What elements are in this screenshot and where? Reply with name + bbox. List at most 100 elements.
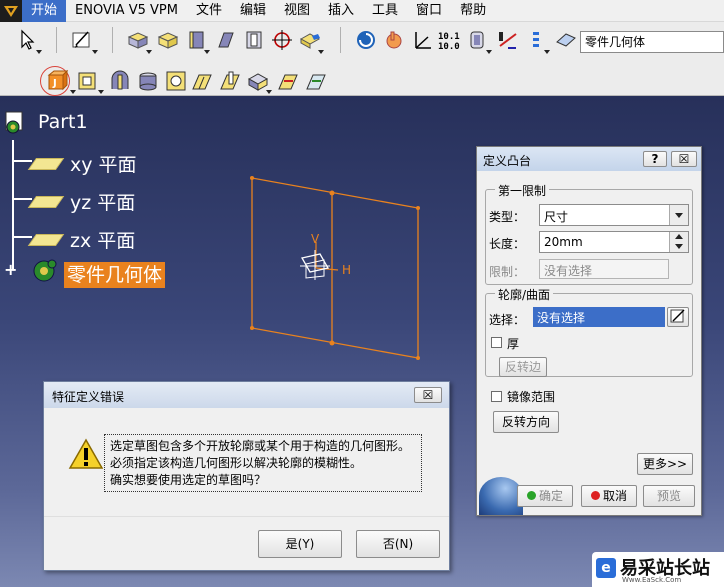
list-icon[interactable] <box>524 28 548 52</box>
slot-icon[interactable] <box>214 28 238 52</box>
rib-icon[interactable] <box>184 28 208 52</box>
type-select[interactable]: 尺寸 <box>539 204 689 226</box>
menu-file[interactable]: 文件 <box>187 0 231 22</box>
sketch-edit-button[interactable] <box>667 307 689 327</box>
cancel-button[interactable]: 取消 <box>581 485 637 507</box>
list-dropdown-icon[interactable] <box>544 50 550 54</box>
tree-item-label: yz 平面 <box>70 192 136 214</box>
menu-edit[interactable]: 编辑 <box>231 0 275 22</box>
body-gear-icon <box>28 258 60 284</box>
rib-feature-icon[interactable] <box>190 69 214 93</box>
length-value[interactable]: 20mm <box>544 235 583 249</box>
mirrored-extent-checkbox[interactable] <box>491 391 502 402</box>
slot-feature-icon[interactable] <box>218 69 242 93</box>
update-icon[interactable] <box>466 28 490 52</box>
stiffener-dropdown-icon[interactable] <box>266 90 272 94</box>
select-dropdown-icon[interactable] <box>36 50 42 54</box>
more-button[interactable]: 更多>> <box>637 453 693 475</box>
reverse-side-button[interactable]: 反转边 <box>499 357 547 377</box>
fit-all-icon[interactable] <box>354 28 378 52</box>
tree-item-xy-plane[interactable]: xy 平面 <box>27 150 137 177</box>
toolbar-separator <box>340 27 341 53</box>
watermark-subtext: Www.EaSck.Com <box>622 576 682 584</box>
error-dialog: 特征定义错误 ☒ 选定草图包含多个开放轮廓或某个用于构造的几何图形。 必须指定该… <box>43 381 450 571</box>
tree-connector <box>12 198 32 200</box>
cancel-label: 取消 <box>602 489 627 503</box>
hole-icon[interactable] <box>242 28 266 52</box>
groove-icon[interactable] <box>136 69 160 93</box>
close-button[interactable]: ☒ <box>671 151 697 167</box>
reverse-direction-button[interactable]: 反转方向 <box>493 411 559 433</box>
plane-icon <box>27 157 65 170</box>
combine-dropdown-icon[interactable] <box>318 50 324 54</box>
pocket-feature-icon[interactable] <box>76 69 100 93</box>
pan-hand-icon[interactable] <box>382 28 406 52</box>
shaft-dropdown-icon[interactable] <box>146 50 152 54</box>
profile-selection-field[interactable]: 没有选择 <box>533 307 665 327</box>
pocket-icon[interactable] <box>156 28 180 52</box>
axis-icon[interactable] <box>270 28 294 52</box>
menu-bar: 开始 ENOVIA V5 VPM 文件 编辑 视图 插入 工具 窗口 帮助 <box>0 0 724 22</box>
tree-root-part1[interactable]: Part1 <box>38 111 88 133</box>
tree-connector <box>12 160 32 162</box>
profile-legend: 轮廓/曲面 <box>495 286 554 303</box>
tree-item-yz-plane[interactable]: yz 平面 <box>27 188 136 215</box>
preview-button[interactable]: 预览 <box>643 485 695 507</box>
hole-feature-icon[interactable] <box>164 69 188 93</box>
update-dropdown-icon[interactable] <box>486 50 492 54</box>
cancel-icon <box>590 491 600 500</box>
mirrored-extent-label: 镜像范围 <box>507 390 556 404</box>
rib-dropdown-icon[interactable] <box>204 50 210 54</box>
expand-plus-icon[interactable]: + <box>4 262 18 278</box>
solid-combine-icon[interactable] <box>298 28 322 52</box>
plane-icon <box>27 195 65 208</box>
menu-view[interactable]: 视图 <box>275 0 319 22</box>
menu-start[interactable]: 开始 <box>22 0 67 22</box>
tree-item-zx-plane[interactable]: zx 平面 <box>27 226 135 253</box>
menu-enovia[interactable]: ENOVIA V5 VPM <box>66 0 187 22</box>
plane-icon <box>27 233 65 246</box>
tree-item-part-body[interactable]: 零件几何体 <box>64 262 166 288</box>
pad-icon[interactable]: J <box>46 69 70 93</box>
measure-numbers-icon[interactable]: 10.1 10.0 <box>436 28 460 52</box>
sketch-geometry[interactable]: V H <box>230 160 430 370</box>
menu-insert[interactable]: 插入 <box>319 0 363 22</box>
error-message: 选定草图包含多个开放轮廓或某个用于构造的几何图形。 必须指定该构造几何图形以解决… <box>104 434 422 492</box>
current-body-field[interactable]: 零件几何体 <box>580 31 724 53</box>
chevron-down-icon[interactable] <box>669 205 688 225</box>
constraint-icon[interactable] <box>496 28 520 52</box>
pocket-dropdown-icon[interactable] <box>98 90 104 94</box>
menu-window[interactable]: 窗口 <box>407 0 451 22</box>
thick-checkbox[interactable] <box>491 337 502 348</box>
toolbar-separator <box>112 27 113 53</box>
select-arrow-icon[interactable] <box>16 28 40 52</box>
error-message-line: 必须指定该构造几何图形以解决轮廓的模糊性。 <box>110 456 363 470</box>
sketcher-dropdown-icon[interactable] <box>92 50 98 54</box>
menu-help[interactable]: 帮助 <box>451 0 495 22</box>
menu-tools[interactable]: 工具 <box>363 0 407 22</box>
length-label: 长度： <box>489 237 526 251</box>
removed-multi-section-icon[interactable] <box>304 69 328 93</box>
body-icon[interactable] <box>554 28 578 52</box>
shaft-feature-icon[interactable] <box>108 69 132 93</box>
selection-label: 选择： <box>489 313 526 327</box>
svg-text:10.0: 10.0 <box>438 42 460 52</box>
svg-text:10.1: 10.1 <box>438 32 460 42</box>
multi-section-solid-icon[interactable] <box>276 69 300 93</box>
sketcher-icon[interactable] <box>70 28 94 52</box>
compass-axis-icon[interactable] <box>410 28 434 52</box>
no-button[interactable]: 否(N) <box>356 530 440 558</box>
watermark-logo-icon: e <box>596 558 616 578</box>
spin-down-icon[interactable] <box>669 242 688 252</box>
error-close-button[interactable]: ☒ <box>414 387 442 403</box>
limit-label: 限制： <box>489 265 526 279</box>
catia-app-icon[interactable] <box>0 0 22 22</box>
dialog-title: 定义凸台 <box>483 154 532 168</box>
type-select-value: 尺寸 <box>544 210 569 224</box>
ok-button[interactable]: 确定 <box>517 485 573 507</box>
shaft-icon[interactable] <box>126 28 150 52</box>
length-spinner[interactable]: 20mm <box>539 231 689 253</box>
yes-button[interactable]: 是(Y) <box>258 530 342 558</box>
help-button[interactable]: ? <box>643 151 667 167</box>
axis-h-label: H <box>342 263 351 277</box>
